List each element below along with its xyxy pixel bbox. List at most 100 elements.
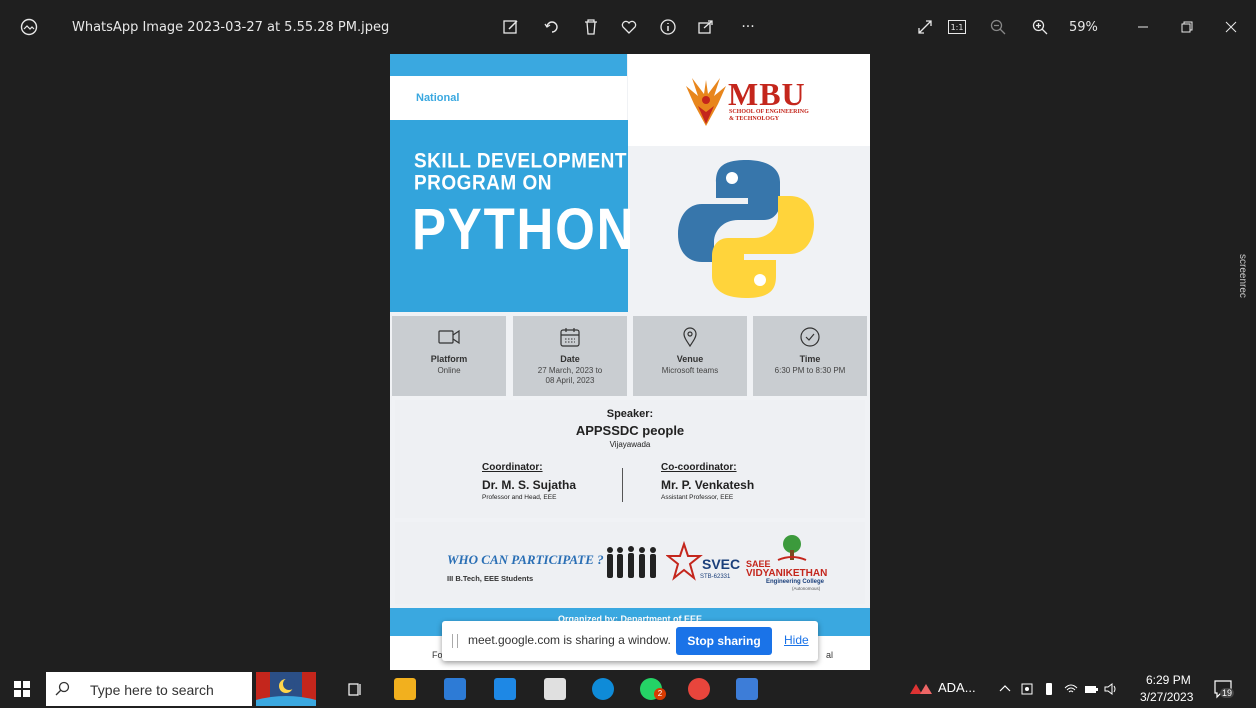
task-view-icon[interactable] — [344, 678, 366, 700]
info-card-platform: Platform Online — [392, 316, 506, 396]
info-value: Online — [437, 366, 461, 375]
edge-icon[interactable] — [592, 678, 614, 700]
info-label: Time — [799, 354, 821, 364]
photos-app-icon — [20, 18, 38, 36]
cocoordinator-role: Assistant Professor, EEE — [661, 494, 734, 501]
poster-top-strip — [390, 54, 627, 76]
volume-icon[interactable] — [1104, 682, 1118, 696]
search-icon — [55, 681, 70, 696]
info-value-line2: 08 April, 2023 — [545, 376, 595, 385]
poster-national: National — [416, 92, 460, 104]
hide-link[interactable]: Hide — [784, 633, 809, 647]
poster-title-line1: SKILL DEVELOPMENT — [414, 150, 627, 174]
info-value: 6:30 PM to 8:30 PM — [774, 366, 846, 375]
chevron-up-icon[interactable] — [998, 682, 1012, 696]
video-icon — [438, 329, 460, 345]
info-icon[interactable] — [657, 16, 679, 38]
mbu-logo-sub1: SCHOOL OF ENGINEERING — [729, 109, 809, 115]
mbu-logo-sub2: & TECHNOLOGY — [729, 116, 780, 122]
cocoordinator-name: Mr. P. Venkatesh — [661, 478, 755, 492]
poster-bottom-right-text: al — [826, 650, 834, 660]
actual-size-icon[interactable]: 1:1 — [948, 20, 966, 34]
ada-app-icon[interactable] — [910, 682, 934, 696]
info-label: Venue — [676, 354, 704, 364]
vidyanikethan-text: VIDYANIKETHAN — [746, 568, 828, 579]
location-icon — [683, 327, 697, 348]
photos-icon[interactable] — [736, 678, 758, 700]
rotate-icon[interactable] — [541, 16, 563, 38]
mail-icon[interactable] — [494, 678, 516, 700]
info-card-date: Date 27 March, 2023 to 08 April, 2023 — [513, 316, 627, 396]
zoom-out-icon[interactable] — [987, 16, 1009, 38]
info-card-time: Time 6:30 PM to 8:30 PM — [753, 316, 867, 396]
screenrec-text: screenrec — [1237, 254, 1248, 298]
chrome-icon[interactable] — [688, 678, 710, 700]
python-logo-icon — [678, 160, 814, 298]
drag-handle[interactable] — [452, 634, 458, 648]
autonomous-text: (Autonomous) — [792, 586, 821, 591]
poster-title-big: PYTHON — [412, 197, 636, 262]
restore-icon[interactable] — [1176, 16, 1198, 38]
whatsapp-badge: 2 — [654, 688, 666, 700]
clock-date[interactable]: 3/27/2023 — [1140, 690, 1193, 704]
store-icon[interactable] — [444, 678, 466, 700]
speaker-place: Vijayawada — [609, 440, 651, 449]
stop-sharing-button[interactable]: Stop sharing — [676, 627, 772, 655]
coordinator-name: Dr. M. S. Sujatha — [482, 478, 577, 492]
info-value: Microsoft teams — [661, 366, 719, 375]
heart-icon[interactable] — [618, 16, 640, 38]
window-title: WhatsApp Image 2023-03-27 at 5.55.28 PM.… — [72, 20, 390, 35]
share-icon[interactable] — [695, 16, 717, 38]
search-placeholder: Type here to search — [90, 682, 214, 698]
screen-sharing-bar: meet.google.com is sharing a window. Sto… — [442, 621, 818, 661]
mbu-logo-text: MBU — [728, 76, 806, 112]
minimize-icon[interactable] — [1132, 16, 1154, 38]
zoom-in-icon[interactable] — [1029, 16, 1051, 38]
coordinator-heading: Coordinator: — [482, 462, 543, 473]
info-label: Date — [560, 354, 580, 364]
windows-start-icon[interactable] — [14, 681, 30, 697]
battery-icon[interactable] — [1084, 682, 1098, 696]
people-silhouettes-icon — [607, 546, 656, 578]
widget-moon-icon — [256, 672, 316, 706]
news-widget[interactable] — [256, 672, 316, 706]
edit-icon[interactable] — [500, 16, 522, 38]
who-sub: III B.Tech, EEE Students — [447, 574, 534, 583]
delete-icon[interactable] — [580, 16, 602, 38]
poster-title-line2: PROGRAM ON — [414, 172, 552, 196]
meet-tray-icon[interactable] — [1020, 682, 1034, 696]
zoom-level: 59% — [1069, 20, 1098, 35]
who-heading: WHO CAN PARTICIPATE ? — [447, 552, 604, 567]
speaker-heading: Speaker: — [606, 408, 654, 420]
engineering-college-text: Engineering College — [766, 579, 825, 585]
notification-count: 19 — [1220, 688, 1235, 698]
speaker-name: APPSSDC people — [575, 423, 685, 438]
fullscreen-icon[interactable] — [914, 16, 936, 38]
cocoordinator-heading: Co-coordinator: — [661, 462, 737, 473]
title-bar: WhatsApp Image 2023-03-27 at 5.55.28 PM.… — [0, 0, 1256, 54]
poster-bottom-left-text: Fo — [432, 650, 443, 660]
clock-icon — [800, 327, 820, 347]
calendar-icon — [560, 328, 580, 347]
sharing-message: meet.google.com is sharing a window. — [468, 633, 671, 647]
people-divider — [622, 468, 623, 502]
taskbar: Type here to search ADA... 6:29 PM 3/27/… — [0, 670, 1256, 708]
info-label: Platform — [430, 354, 468, 364]
info-card-venue: Venue Microsoft teams — [633, 316, 747, 396]
tree-logo-icon — [777, 535, 807, 561]
notepad-icon[interactable] — [544, 678, 566, 700]
clock-time[interactable]: 6:29 PM — [1146, 673, 1191, 687]
poster-image: National SKILL DEVELOPMENT PROGRAM ON PY… — [390, 54, 870, 670]
mbu-phoenix-logo — [686, 78, 726, 126]
photos-app-window: WhatsApp Image 2023-03-27 at 5.55.28 PM.… — [0, 0, 1256, 708]
wifi-icon[interactable] — [1064, 682, 1078, 696]
tray-app-label[interactable]: ADA... — [938, 680, 976, 695]
taskbar-search[interactable]: Type here to search — [46, 672, 252, 706]
file-explorer-icon[interactable] — [394, 678, 416, 700]
coordinator-role: Professor and Head, EEE — [482, 494, 557, 501]
svec-text: SVEC — [702, 556, 741, 572]
close-icon[interactable] — [1220, 16, 1242, 38]
more-icon[interactable]: ··· — [735, 16, 761, 38]
screenrec-watermark: screenrec — [1234, 254, 1254, 322]
usb-icon[interactable] — [1042, 682, 1056, 696]
